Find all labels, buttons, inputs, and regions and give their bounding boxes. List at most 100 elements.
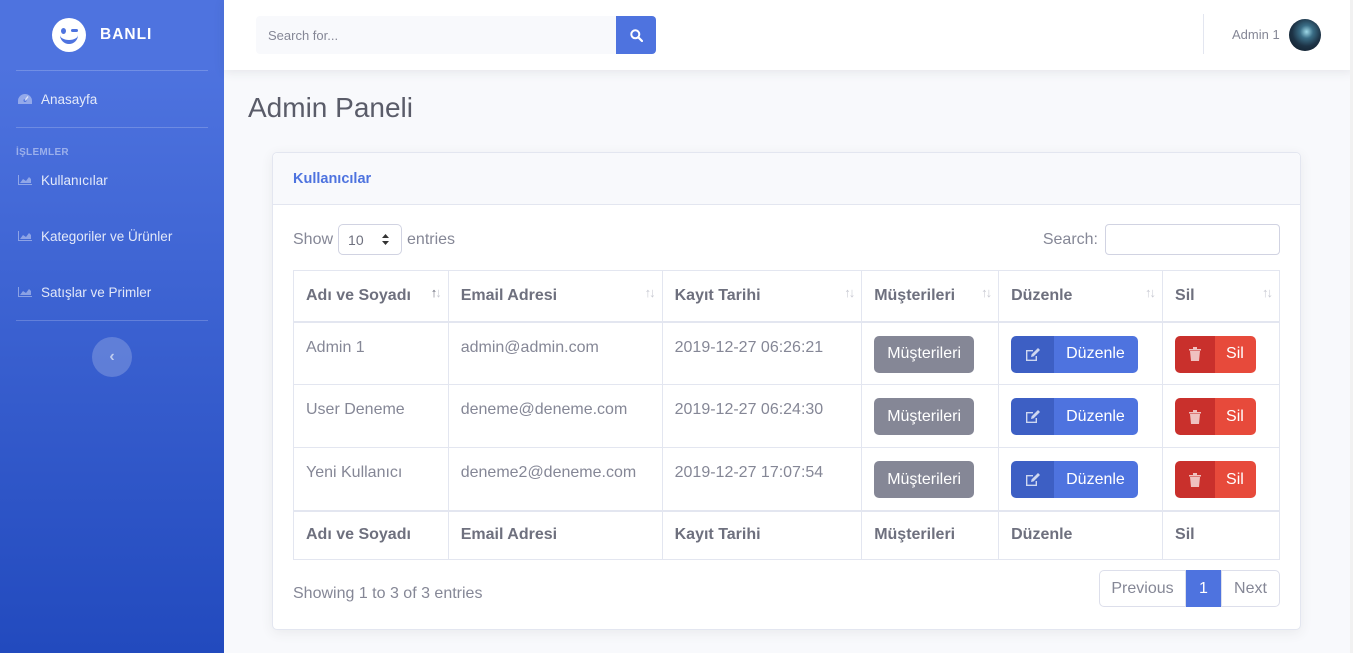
sidebar-item-users[interactable]: Kullanıcılar	[0, 152, 224, 208]
cell-name: Admin 1	[293, 321, 449, 385]
cell-delete: Sil	[1162, 321, 1280, 385]
show-label: Show	[293, 230, 334, 248]
sort-icon: ↑↓	[430, 285, 442, 300]
column-footer-email: Email Adresi	[447, 509, 663, 560]
chevron-left-icon: ‹	[109, 348, 115, 365]
chart-area-icon	[17, 174, 33, 186]
trash-icon	[1175, 335, 1216, 373]
sidebar-item-sales[interactable]: Satışlar ve Primler	[0, 264, 224, 320]
column-header-name[interactable]: Adı ve Soyadı ↑↓	[293, 270, 449, 323]
chart-area-icon	[17, 286, 33, 298]
sidebar-heading: İŞLEMLER	[16, 147, 69, 158]
customers-button[interactable]: Müşterileri	[874, 335, 974, 373]
edit-button[interactable]: Düzenle	[1011, 461, 1138, 498]
topbar-search	[256, 16, 656, 54]
next-page-button[interactable]: Next	[1221, 570, 1280, 607]
length-control: Show 10 entries	[293, 224, 455, 255]
search-button[interactable]	[616, 16, 656, 54]
delete-button[interactable]: Sil	[1175, 335, 1256, 373]
pagination: Previous 1 Next	[1099, 570, 1280, 607]
column-footer-customers: Müşterileri	[861, 509, 1000, 560]
cell-email: admin@admin.com	[447, 321, 663, 385]
trash-icon	[1175, 461, 1216, 498]
column-footer-delete: Sil	[1162, 509, 1280, 560]
cell-edit: Düzenle	[998, 384, 1164, 448]
edit-button[interactable]: Düzenle	[1011, 335, 1138, 373]
entries-label: entries	[407, 230, 456, 248]
cell-name: Yeni Kullanıcı	[293, 447, 449, 511]
column-header-email[interactable]: Email Adresi ↑↓	[447, 270, 663, 323]
cell-date: 2019-12-27 06:26:21	[661, 321, 863, 385]
edit-button[interactable]: Düzenle	[1011, 398, 1138, 435]
edit-label: Düzenle	[1054, 335, 1138, 373]
sidebar-item-home[interactable]: Anasayfa	[0, 71, 224, 127]
table-info: Showing 1 to 3 of 3 entries	[293, 585, 483, 602]
chart-area-icon	[17, 230, 33, 242]
topbar-divider	[1203, 14, 1204, 54]
length-select[interactable]: 10	[338, 224, 403, 255]
cell-edit: Düzenle	[998, 321, 1164, 385]
table-header-row: Adı ve Soyadı ↑↓ Email Adresi ↑↓ Kayıt Tar…	[293, 270, 1280, 323]
cell-email: deneme@deneme.com	[447, 384, 663, 448]
sort-icon: ↑↓	[644, 285, 656, 300]
user-name[interactable]: Admin 1	[1232, 27, 1280, 42]
cell-name: User Deneme	[293, 384, 449, 448]
trash-icon	[1175, 398, 1216, 435]
page-1-button[interactable]: 1	[1186, 570, 1221, 607]
column-header-edit[interactable]: Düzenle ↑↓	[998, 270, 1164, 323]
sort-icon: ↑↓	[1262, 285, 1273, 300]
table-row: Yeni Kullanıcı deneme2@deneme.com 2019-1…	[293, 447, 1280, 511]
laugh-wink-icon	[52, 18, 86, 52]
sidebar-divider	[16, 320, 208, 321]
table-footer-row: Adı ve Soyadı Email Adresi Kayıt Tarihi …	[293, 509, 1280, 560]
cell-edit: Düzenle	[998, 447, 1164, 511]
edit-icon	[1011, 335, 1055, 373]
column-footer-edit: Düzenle	[998, 509, 1164, 560]
edit-label: Düzenle	[1054, 461, 1138, 498]
tachometer-icon	[17, 93, 33, 105]
page-title: Admin Paneli	[248, 92, 413, 123]
sort-caret-icon	[382, 234, 390, 245]
sort-icon: ↑↓	[1145, 285, 1156, 300]
cell-customers: Müşterileri	[861, 384, 1000, 448]
brand-name: BANLI	[100, 26, 153, 43]
cell-customers: Müşterileri	[861, 447, 1000, 511]
users-table: Adı ve Soyadı ↑↓ Email Adresi ↑↓ Kayıt Tar…	[293, 270, 1280, 560]
sort-icon: ↑↓	[844, 285, 855, 300]
cell-email: deneme2@deneme.com	[447, 447, 663, 511]
previous-page-button[interactable]: Previous	[1099, 570, 1186, 607]
edit-icon	[1011, 461, 1055, 498]
sidebar-item-label: Anasayfa	[41, 91, 98, 107]
topbar: Admin 1	[224, 0, 1353, 70]
cell-date: 2019-12-27 06:24:30	[661, 384, 863, 448]
column-footer-name: Adı ve Soyadı	[293, 509, 449, 560]
cell-delete: Sil	[1162, 447, 1280, 511]
sidebar-item-categories[interactable]: Kategoriler ve Ürünler	[0, 208, 224, 264]
cell-delete: Sil	[1162, 384, 1280, 448]
delete-label: Sil	[1215, 461, 1256, 498]
sidebar-item-label: Kategoriler ve Ürünler	[41, 228, 173, 244]
filter-input[interactable]	[1105, 224, 1280, 255]
card-title: Kullanıcılar	[293, 170, 372, 187]
edit-icon	[1011, 398, 1055, 435]
search-input[interactable]	[256, 16, 616, 54]
column-header-customers[interactable]: Müşterileri ↑↓	[861, 270, 1000, 323]
filter-label: Search:	[1042, 230, 1098, 248]
sidebar-toggle-button[interactable]: ‹	[92, 337, 132, 377]
sidebar: BANLI Anasayfa İŞLEMLER Kullanıcılar Kat…	[0, 0, 224, 653]
delete-button[interactable]: Sil	[1175, 398, 1256, 435]
customers-button[interactable]: Müşterileri	[874, 461, 974, 498]
avatar[interactable]	[1289, 19, 1321, 51]
table-row: Admin 1 admin@admin.com 2019-12-27 06:26…	[293, 321, 1280, 385]
customers-button[interactable]: Müşterileri	[874, 398, 974, 435]
column-header-date[interactable]: Kayıt Tarihi ↑↓	[661, 270, 863, 323]
cell-date: 2019-12-27 17:07:54	[661, 447, 863, 511]
delete-button[interactable]: Sil	[1175, 461, 1256, 498]
brand-link[interactable]: BANLI	[0, 0, 224, 70]
cell-customers: Müşterileri	[861, 321, 1000, 385]
delete-label: Sil	[1215, 335, 1256, 373]
column-header-delete[interactable]: Sil ↑↓	[1162, 270, 1280, 323]
length-value: 10	[348, 231, 364, 248]
table-row: User Deneme deneme@deneme.com 2019-12-27…	[293, 384, 1280, 448]
card-header: Kullanıcılar	[273, 153, 1300, 205]
